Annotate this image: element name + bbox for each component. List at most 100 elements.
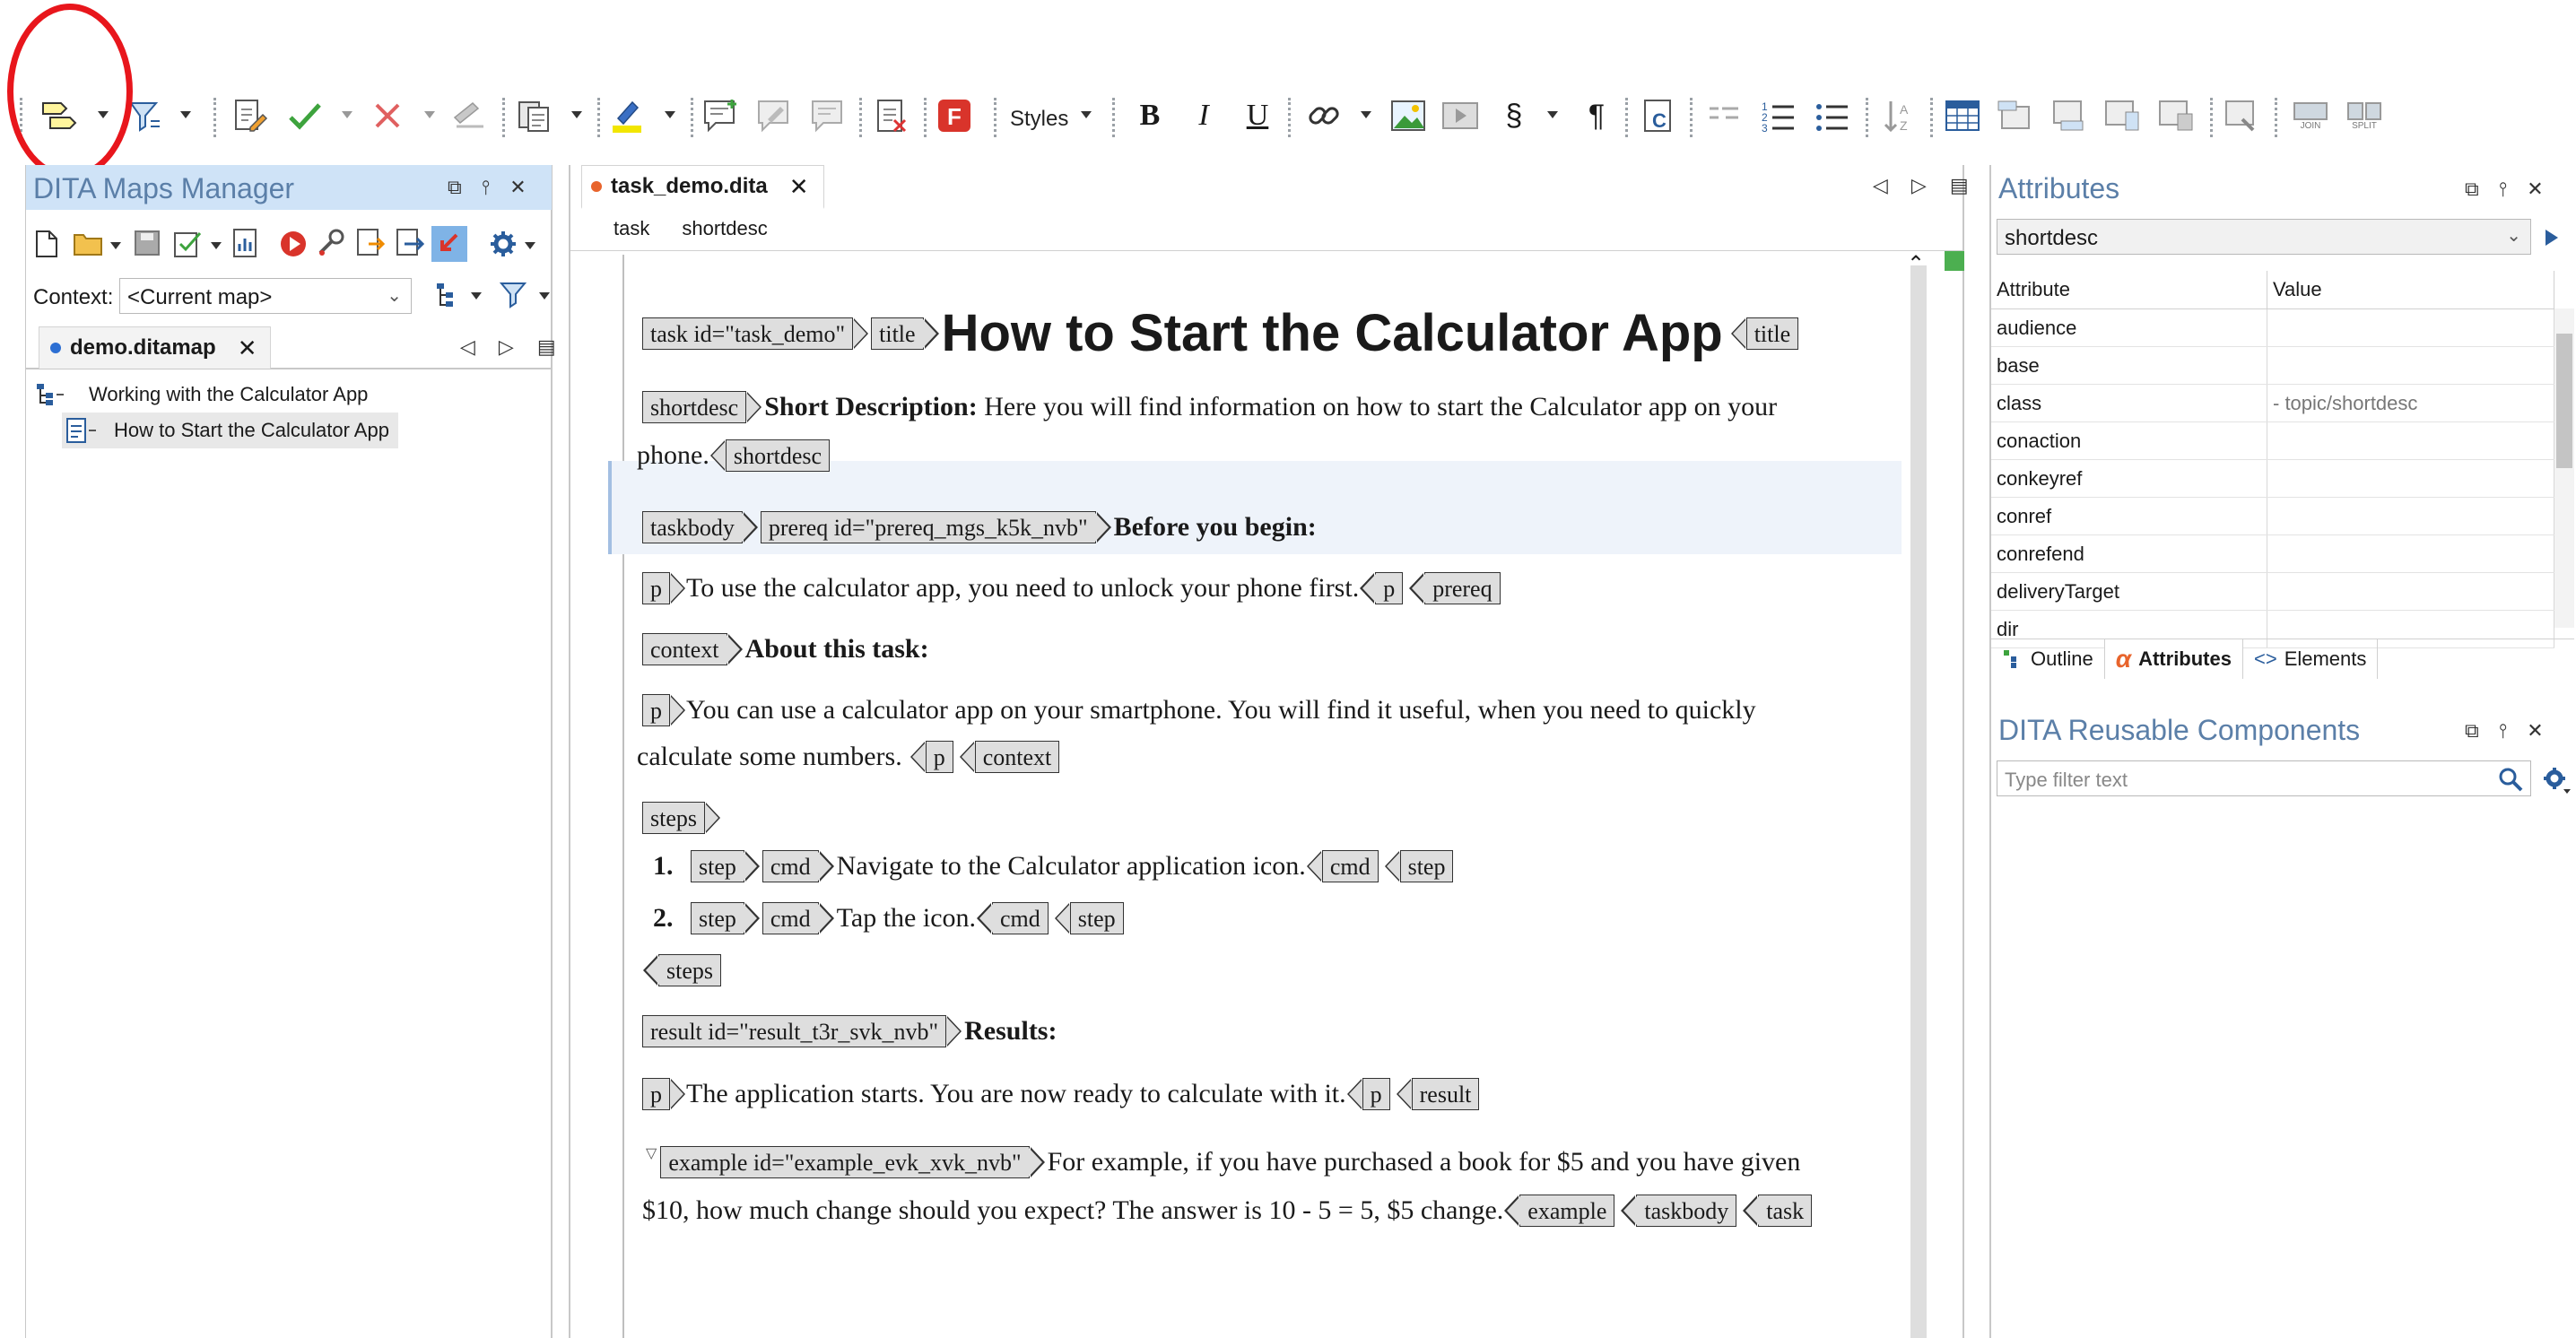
close-icon[interactable]: ✕	[789, 173, 809, 201]
chevron-down-icon[interactable]	[539, 292, 550, 300]
link-icon[interactable]	[1302, 94, 1345, 137]
section-button[interactable]: §	[1493, 94, 1536, 137]
manage-highlights-button[interactable]	[870, 94, 913, 137]
split-cells-button[interactable]: SPLIT	[2343, 94, 2386, 137]
table-row[interactable]: class - topic/shortdesc	[1991, 384, 2554, 422]
tag-p-close[interactable]: p	[1360, 572, 1404, 604]
form-controls-button[interactable]: F	[933, 94, 976, 137]
transform-icon[interactable]	[279, 230, 308, 258]
tag-cmd-open[interactable]: cmd	[761, 902, 834, 934]
highlight-button[interactable]	[606, 94, 649, 137]
tag-shortdesc-close[interactable]: shortdesc	[709, 439, 831, 472]
tab-attributes[interactable]: α Attributes	[2104, 639, 2243, 679]
chevron-down-icon[interactable]	[471, 292, 482, 300]
tag-steps-close[interactable]: steps	[643, 954, 721, 986]
gear-icon[interactable]	[489, 230, 518, 258]
track-changes-button[interactable]	[228, 94, 271, 137]
attribute-value[interactable]	[2267, 534, 2554, 573]
tag-step-close[interactable]: step	[1384, 850, 1454, 882]
chevron-down-icon[interactable]	[179, 109, 192, 121]
column-header-attribute[interactable]: Attribute	[1991, 271, 2267, 309]
chevron-down-icon[interactable]	[110, 242, 121, 249]
tag-context-open[interactable]: context	[642, 633, 742, 665]
vertical-scrollbar[interactable]	[1910, 265, 1927, 1338]
close-icon[interactable]: ✕	[509, 176, 526, 199]
tag-p-close[interactable]: p	[909, 741, 953, 773]
tag-cmd-open[interactable]: cmd	[761, 850, 834, 882]
tab-demo-ditamap[interactable]: demo.ditamap ✕	[39, 326, 271, 369]
reject-change-button[interactable]	[366, 94, 409, 137]
table-row[interactable]: conkeyref	[1991, 459, 2554, 498]
tag-result-open[interactable]: result id="result_t3r_svk_nvb"	[642, 1015, 962, 1047]
configure-transform-icon[interactable]	[315, 228, 345, 258]
chevron-left-icon[interactable]: ◁	[460, 335, 475, 359]
table-properties-button[interactable]	[2221, 94, 2264, 137]
tag-title-close[interactable]: title	[1730, 317, 1799, 350]
tag-cmd-close[interactable]: cmd	[1306, 850, 1379, 882]
bold-button[interactable]: B	[1128, 94, 1171, 137]
tag-context-close[interactable]: context	[959, 741, 1060, 773]
accept-change-button[interactable]	[283, 94, 326, 137]
image-icon[interactable]	[1387, 94, 1430, 137]
context-select[interactable]: <Current map> ⌄	[119, 278, 412, 314]
restore-icon[interactable]: ⧉	[2465, 719, 2479, 743]
search-icon[interactable]	[2498, 767, 2523, 792]
tree-view-icon[interactable]	[435, 282, 466, 308]
tab-list-icon[interactable]: ▤	[1950, 174, 1969, 197]
insert-row-below-button[interactable]	[2047, 94, 2090, 137]
insert-reference-button[interactable]: C	[1638, 94, 1681, 137]
tag-example-open[interactable]: example id="example_evk_xvk_nvb"	[660, 1146, 1045, 1178]
tag-prereq-close[interactable]: prereq	[1409, 572, 1501, 604]
paste-button[interactable]	[513, 94, 556, 137]
breadcrumb-item[interactable]: shortdesc	[682, 217, 767, 240]
attribute-value[interactable]: - topic/shortdesc	[2267, 384, 2554, 422]
pin-icon[interactable]: ⫯	[2499, 719, 2508, 743]
close-icon[interactable]: ✕	[2527, 719, 2543, 743]
restore-icon[interactable]: ⧉	[2465, 178, 2479, 201]
attribute-value[interactable]	[2267, 572, 2554, 611]
tag-taskbody-close[interactable]: taskbody	[1621, 1195, 1737, 1227]
filter-icon[interactable]	[500, 282, 530, 308]
comment-button[interactable]	[448, 94, 492, 137]
table-row[interactable]: conrefend	[1991, 534, 2554, 573]
tab-elements[interactable]: <> Elements	[2243, 639, 2379, 679]
tag-prereq-open[interactable]: prereq id="prereq_mgs_k5k_nvb"	[760, 511, 1111, 543]
table-row[interactable]: conref	[1991, 497, 2554, 535]
tag-task-close[interactable]: task	[1743, 1195, 1813, 1227]
element-select[interactable]: shortdesc ⌄	[1997, 219, 2531, 255]
attribute-value[interactable]	[2267, 459, 2554, 498]
definition-list-button[interactable]	[1702, 94, 1745, 137]
gear-icon[interactable]	[2542, 766, 2571, 795]
italic-button[interactable]: I	[1182, 94, 1225, 137]
insert-column-button[interactable]	[2101, 94, 2144, 137]
tag-p-close[interactable]: p	[1346, 1078, 1390, 1110]
unordered-list-button[interactable]	[1810, 94, 1853, 137]
tag-cmd-close[interactable]: cmd	[977, 902, 1049, 934]
remove-comment-button[interactable]	[807, 94, 850, 137]
restore-icon[interactable]: ⧉	[448, 176, 462, 199]
add-comment-button[interactable]	[700, 94, 743, 137]
tag-result-close[interactable]: result	[1396, 1078, 1480, 1110]
join-cells-button[interactable]: JOIN	[2289, 94, 2332, 137]
tag-step-close[interactable]: step	[1054, 902, 1124, 934]
pin-icon[interactable]: ⫯	[2499, 178, 2508, 201]
tag-shortdesc-open[interactable]: shortdesc	[642, 391, 762, 423]
attribute-value[interactable]	[2267, 308, 2554, 347]
breadcrumb-item[interactable]: task	[614, 217, 649, 240]
close-icon[interactable]: ✕	[2527, 178, 2543, 201]
paragraph-button[interactable]: ¶	[1575, 94, 1618, 137]
tag-title-open[interactable]: title	[871, 317, 940, 350]
tag-steps-open[interactable]: steps	[642, 802, 720, 834]
sort-button[interactable]: AZ	[1878, 94, 1921, 137]
table-row[interactable]: base	[1991, 346, 2554, 385]
tag-task-open[interactable]: task id="task_demo"	[642, 317, 869, 350]
attribute-value[interactable]	[2267, 346, 2554, 385]
tag-step-open[interactable]: step	[691, 850, 760, 882]
tag-example-close[interactable]: example	[1504, 1195, 1615, 1227]
tab-list-icon[interactable]: ▤	[537, 335, 556, 359]
play-icon[interactable]	[2546, 230, 2558, 246]
export-icon[interactable]	[396, 228, 424, 258]
chevron-left-icon[interactable]: ◁	[1873, 174, 1888, 197]
chevron-down-icon[interactable]	[341, 109, 353, 121]
validate-icon[interactable]	[173, 228, 205, 258]
